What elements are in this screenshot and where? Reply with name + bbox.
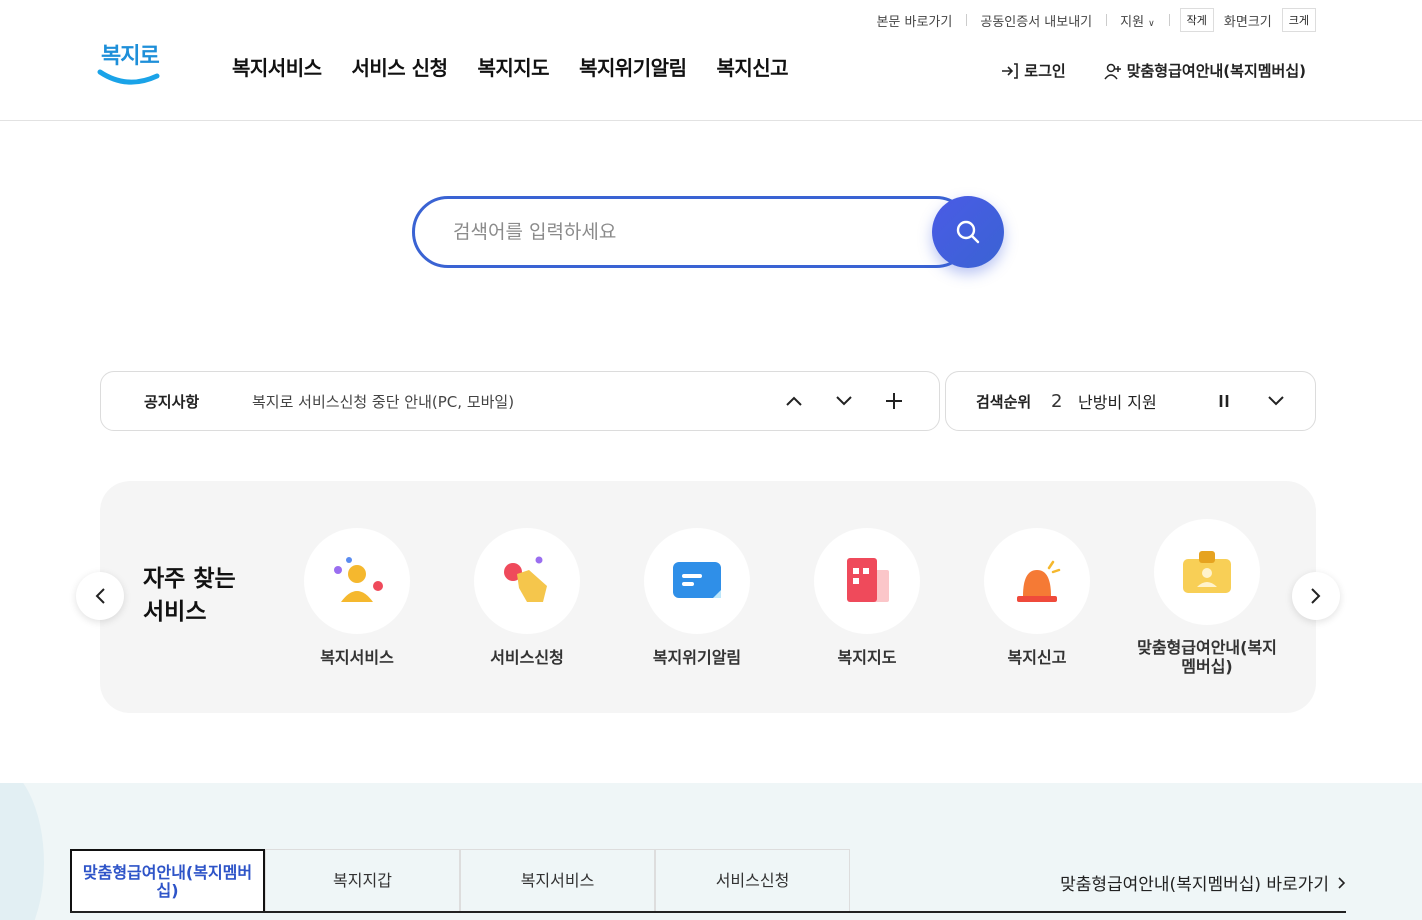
logo-smile-icon <box>97 69 160 85</box>
font-size-label: 화면크기 <box>1223 14 1272 30</box>
ranking-expand-button[interactable] <box>1265 390 1287 412</box>
notice-title: 공지사항 <box>144 392 200 411</box>
service-item-welfare-map[interactable]: 복지지도 <box>797 528 937 667</box>
nav-crisis-alert[interactable]: 복지위기알림 <box>579 52 687 81</box>
membership-label: 맞춤형급여안내(복지멤버십) <box>1126 62 1306 80</box>
service-label: 복지서비스 <box>320 648 394 667</box>
main-nav: 복지서비스 서비스 신청 복지지도 복지위기알림 복지신고 <box>232 52 789 81</box>
service-item-crisis-alert[interactable]: 복지위기알림 <box>627 528 767 667</box>
service-label: 서비스신청 <box>490 648 564 667</box>
ranking-pause-button[interactable] <box>1213 390 1235 412</box>
service-icon-circle <box>644 528 750 634</box>
service-icon-circle <box>474 528 580 634</box>
chevron-left-icon <box>95 588 105 604</box>
login-link[interactable]: 로그인 <box>1001 60 1066 81</box>
plus-icon <box>886 393 902 409</box>
tab-membership[interactable]: 맞춤형급여안내(복지멤버십) <box>70 849 265 912</box>
bottom-tabs: 맞춤형급여안내(복지멤버십) 복지지갑 복지서비스 서비스신청 <box>70 849 850 912</box>
cert-export-link[interactable]: 공동인증서 내보내기 <box>966 11 1106 30</box>
notice-next-button[interactable] <box>833 390 855 412</box>
service-icon-circle <box>814 528 920 634</box>
service-item-membership[interactable]: 맞춤형급여안내(복지멤버십) <box>1137 519 1277 676</box>
login-icon <box>1002 62 1019 79</box>
divider <box>1168 14 1170 26</box>
notice-prev-button[interactable] <box>783 390 805 412</box>
ranking-number: 2 <box>1051 390 1063 412</box>
service-item-apply[interactable]: 서비스신청 <box>457 528 597 667</box>
pause-icon <box>1219 395 1229 407</box>
service-icon-circle <box>304 528 410 634</box>
service-label: 복지신고 <box>1007 648 1067 667</box>
skip-to-content-link[interactable]: 본문 바로가기 <box>862 11 966 30</box>
tab-welfare-service[interactable]: 복지서비스 <box>460 849 655 912</box>
nav-welfare-report[interactable]: 복지신고 <box>716 52 788 81</box>
tab-underline <box>70 911 1346 913</box>
shortcut-label: 맞춤형급여안내(복지멤버십) 바로가기 <box>1060 875 1329 895</box>
chevron-right-icon <box>1311 588 1321 604</box>
bottom-section: 맞춤형급여안내(복지멤버십) 복지지갑 복지서비스 서비스신청 맞춤형급여안내(… <box>0 783 1422 920</box>
service-item-welfare[interactable]: 복지서비스 <box>287 528 427 667</box>
utility-bar: 본문 바로가기 공동인증서 내보내기 지원 ∨ 작게 화면크기 크게 <box>862 7 1316 33</box>
font-size-small-button[interactable]: 작게 <box>1179 8 1214 32</box>
frequent-services-title: 자주 찾는 서비스 <box>143 566 236 625</box>
nav-welfare-service[interactable]: 복지서비스 <box>232 52 322 81</box>
notice-bar: 공지사항 복지로 서비스신청 중단 안내(PC, 모바일) <box>100 371 940 431</box>
id-card-icon <box>1183 551 1231 593</box>
service-icon-circle <box>1154 519 1260 625</box>
ranking-keyword[interactable]: 난방비 지원 <box>1078 389 1157 413</box>
person-icon <box>334 557 383 602</box>
nav-welfare-map[interactable]: 복지지도 <box>477 52 549 81</box>
notice-controls <box>783 390 905 412</box>
search-icon <box>956 220 980 244</box>
notice-more-button[interactable] <box>883 390 905 412</box>
support-dropdown[interactable]: 지원 ∨ <box>1106 11 1169 30</box>
service-icon-circle <box>984 528 1090 634</box>
siren-icon <box>1017 560 1061 602</box>
message-icon <box>673 562 721 598</box>
chevron-right-icon <box>1338 876 1346 889</box>
service-item-welfare-report[interactable]: 복지신고 <box>967 528 1107 667</box>
chevron-up-icon <box>786 396 802 406</box>
site-logo[interactable]: 복지로 <box>97 38 163 94</box>
carousel-next-button[interactable] <box>1292 572 1340 620</box>
search-ranking-bar: 검색순위 2 난방비 지원 <box>945 371 1316 431</box>
membership-shortcut-link[interactable]: 맞춤형급여안내(복지멤버십) 바로가기 <box>1060 870 1346 895</box>
carousel-prev-button[interactable] <box>76 572 124 620</box>
user-add-icon <box>1104 63 1121 79</box>
tab-service-apply[interactable]: 서비스신청 <box>655 849 850 912</box>
ranking-title: 검색순위 <box>976 392 1032 411</box>
login-label: 로그인 <box>1024 62 1066 80</box>
nav-service-apply[interactable]: 서비스 신청 <box>352 52 448 81</box>
tab-welfare-wallet[interactable]: 복지지갑 <box>265 849 460 912</box>
membership-link[interactable]: 맞춤형급여안내(복지멤버십) <box>1104 60 1306 81</box>
search-button[interactable] <box>932 196 1004 268</box>
font-size-large-button[interactable]: 크게 <box>1281 8 1316 32</box>
search-input[interactable] <box>412 196 972 268</box>
building-icon <box>847 558 889 602</box>
ranking-controls <box>1213 390 1287 412</box>
chevron-down-icon <box>836 396 852 406</box>
hand-tap-icon <box>504 556 547 602</box>
chevron-down-icon <box>1268 396 1284 406</box>
service-label: 복지위기알림 <box>652 648 742 667</box>
chevron-down-icon: ∨ <box>1148 18 1155 29</box>
decorative-shape <box>0 783 44 920</box>
notice-text[interactable]: 복지로 서비스신청 중단 안내(PC, 모바일) <box>252 391 514 412</box>
support-label: 지원 <box>1120 14 1145 30</box>
service-label: 복지지도 <box>837 648 897 667</box>
member-menu: 로그인 맞춤형급여안내(복지멤버십) <box>1001 60 1306 81</box>
service-label: 맞춤형급여안내(복지멤버십) <box>1137 638 1277 676</box>
search-box <box>412 196 1004 268</box>
